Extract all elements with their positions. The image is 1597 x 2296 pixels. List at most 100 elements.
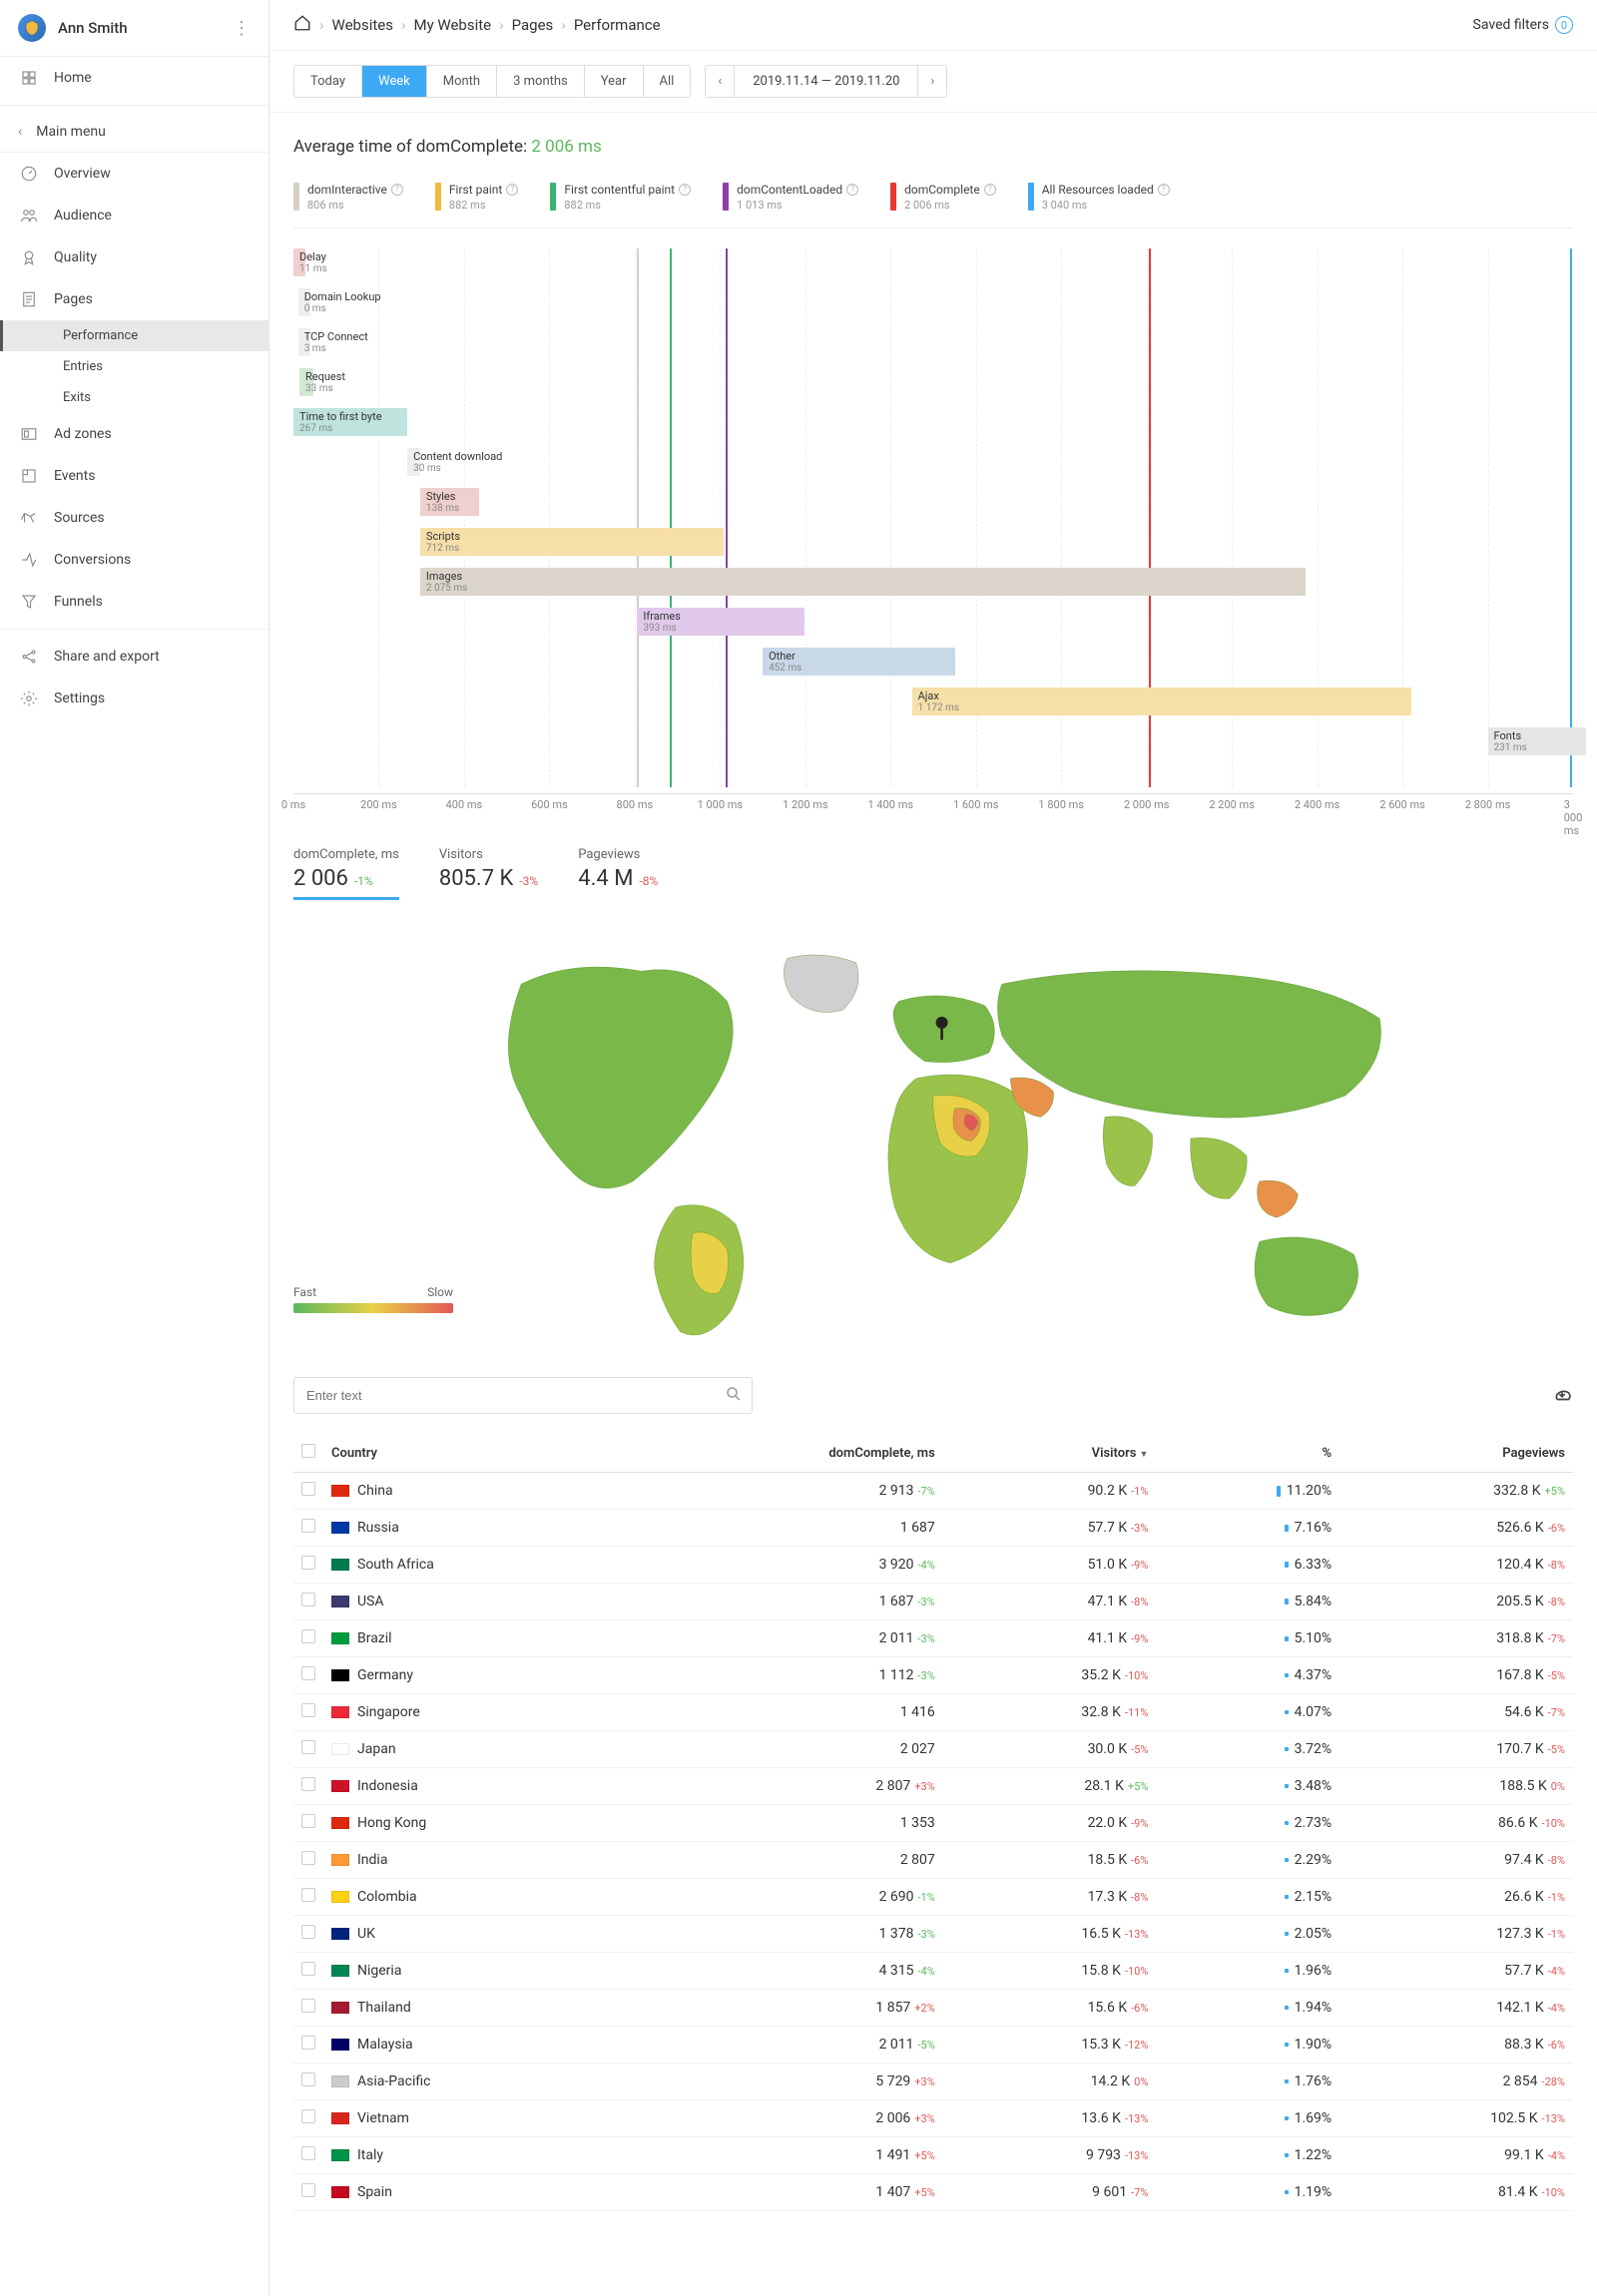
row-checkbox[interactable] (301, 2036, 315, 2050)
row-checkbox[interactable] (301, 1556, 315, 1570)
table-row[interactable]: Hong Kong1 35322.0 K-9%2.73%86.6 K-10% (293, 1805, 1573, 1842)
range-month[interactable]: Month (427, 66, 497, 97)
row-checkbox[interactable] (301, 2183, 315, 2197)
download-icon[interactable] (1551, 1383, 1573, 1409)
help-icon[interactable]: ? (506, 184, 518, 196)
nav-settings[interactable]: Settings (0, 678, 268, 719)
row-checkbox[interactable] (301, 1925, 315, 1939)
crumb[interactable]: Pages (512, 16, 554, 34)
table-row[interactable]: China2 913-7%90.2 K-1%11.20%332.8 K+5% (293, 1473, 1573, 1510)
row-checkbox[interactable] (301, 1482, 315, 1496)
world-map[interactable]: FastSlow (293, 924, 1573, 1353)
wf-bar-images[interactable]: Images2 075 ms (420, 568, 1306, 596)
wf-bar-ajax[interactable]: Ajax1 172 ms (912, 688, 1412, 715)
wf-bar-fonts[interactable]: Fonts231 ms (1488, 727, 1587, 755)
subnav-exits[interactable]: Exits (0, 382, 268, 413)
stat-visitors[interactable]: Visitors805.7 K -3% (439, 847, 538, 900)
table-row[interactable]: Malaysia2 011-5%15.3 K-12%1.90%88.3 K-6% (293, 2027, 1573, 2064)
th-pv[interactable]: Pageviews (1339, 1434, 1573, 1473)
range-3-months[interactable]: 3 months (497, 66, 585, 97)
table-row[interactable]: UK1 378-3%16.5 K-13%2.05%127.3 K-1% (293, 1916, 1573, 1953)
nav-quality[interactable]: Quality (0, 236, 268, 278)
date-next[interactable]: › (917, 66, 946, 97)
row-checkbox[interactable] (301, 1814, 315, 1828)
row-checkbox[interactable] (301, 1629, 315, 1643)
table-row[interactable]: Colombia2 690-1%17.3 K-8%2.15%26.6 K-1% (293, 1879, 1573, 1916)
table-row[interactable]: South Africa3 920-4%51.0 K-9%6.33%120.4 … (293, 1547, 1573, 1584)
stat-domcomplete-ms[interactable]: domComplete, ms2 006 -1% (293, 847, 399, 900)
table-row[interactable]: Spain1 407+5%9 601-7%1.19%81.4 K-10% (293, 2174, 1573, 2211)
range-all[interactable]: All (644, 66, 691, 97)
more-icon[interactable]: ⋮ (233, 18, 251, 39)
nav-events[interactable]: Events (0, 455, 268, 497)
row-checkbox[interactable] (301, 2109, 315, 2123)
help-icon[interactable]: ? (984, 184, 996, 196)
table-row[interactable]: Asia-Pacific5 729+3%14.2 K0%1.76%2 854-2… (293, 2064, 1573, 2100)
table-row[interactable]: Nigeria4 315-4%15.8 K-10%1.96%57.7 K-4% (293, 1953, 1573, 1990)
select-all-checkbox[interactable] (301, 1444, 315, 1458)
th-dom[interactable]: domComplete, ms (629, 1434, 943, 1473)
wf-bar-domain-lookup[interactable]: Domain Lookup0 ms (298, 288, 310, 316)
date-range-text[interactable]: 2019.11.14 — 2019.11.20 (735, 66, 917, 97)
range-year[interactable]: Year (585, 66, 644, 97)
row-checkbox[interactable] (301, 2072, 315, 2086)
row-checkbox[interactable] (301, 1703, 315, 1717)
wf-bar-request[interactable]: Request33 ms (299, 368, 313, 396)
wf-bar-tcp-connect[interactable]: TCP Connect3 ms (298, 328, 310, 356)
subnav-performance[interactable]: Performance (0, 320, 268, 351)
row-checkbox[interactable] (301, 1666, 315, 1680)
search-icon[interactable] (725, 1385, 743, 1407)
nav-pages[interactable]: Pages (0, 278, 268, 320)
table-row[interactable]: Japan2 02730.0 K-5%3.72%170.7 K-5% (293, 1731, 1573, 1768)
wf-bar-scripts[interactable]: Scripts712 ms (420, 528, 724, 556)
th-country[interactable]: Country (323, 1434, 629, 1473)
stat-pageviews[interactable]: Pageviews4.4 M -8% (578, 847, 658, 900)
nav-home[interactable]: Home (0, 57, 268, 99)
nav-share-and-export[interactable]: Share and export (0, 636, 268, 678)
table-row[interactable]: Russia1 68757.7 K-3%7.16%526.6 K-6% (293, 1510, 1573, 1547)
range-week[interactable]: Week (362, 66, 427, 97)
main-menu-back[interactable]: ‹ Main menu (0, 112, 268, 153)
wf-bar-iframes[interactable]: Iframes393 ms (637, 608, 804, 636)
row-checkbox[interactable] (301, 1519, 315, 1533)
wf-bar-content-download[interactable]: Content download30 ms (407, 448, 420, 476)
row-checkbox[interactable] (301, 1851, 315, 1865)
table-row[interactable]: Germany1 112-3%35.2 K-10%4.37%167.8 K-5% (293, 1657, 1573, 1694)
table-row[interactable]: Vietnam2 006+3%13.6 K-13%1.69%102.5 K-13… (293, 2100, 1573, 2137)
crumb[interactable]: Websites (332, 16, 393, 34)
wf-bar-time-to-first-byte[interactable]: Time to first byte267 ms (293, 408, 407, 436)
nav-ad-zones[interactable]: Ad zones (0, 413, 268, 455)
subnav-entries[interactable]: Entries (0, 351, 268, 382)
table-row[interactable]: USA1 687-3%47.1 K-8%5.84%205.5 K-8% (293, 1584, 1573, 1620)
wf-bar-delay[interactable]: Delay11 ms (293, 248, 305, 276)
row-checkbox[interactable] (301, 2146, 315, 2160)
nav-audience[interactable]: Audience (0, 195, 268, 236)
row-checkbox[interactable] (301, 1999, 315, 2013)
help-icon[interactable]: ? (679, 184, 691, 196)
row-checkbox[interactable] (301, 1888, 315, 1902)
help-icon[interactable]: ? (846, 184, 858, 196)
home-icon[interactable] (293, 14, 311, 36)
help-icon[interactable]: ? (391, 184, 403, 196)
th-visitors[interactable]: Visitors▼ (943, 1434, 1157, 1473)
table-row[interactable]: Italy1 491+5%9 793-13%1.22%99.1 K-4% (293, 2137, 1573, 2174)
row-checkbox[interactable] (301, 1740, 315, 1754)
row-checkbox[interactable] (301, 1593, 315, 1607)
avatar[interactable] (18, 14, 46, 42)
help-icon[interactable]: ? (1158, 184, 1170, 196)
table-row[interactable]: Brazil2 011-3%41.1 K-9%5.10%318.8 K-7% (293, 1620, 1573, 1657)
wf-bar-styles[interactable]: Styles138 ms (420, 488, 479, 516)
nav-overview[interactable]: Overview (0, 153, 268, 195)
date-prev[interactable]: ‹ (706, 66, 735, 97)
nav-conversions[interactable]: Conversions (0, 539, 268, 581)
table-row[interactable]: Singapore1 41632.8 K-11%4.07%54.6 K-7% (293, 1694, 1573, 1731)
nav-sources[interactable]: Sources (0, 497, 268, 539)
table-row[interactable]: India2 80718.5 K-6%2.29%97.4 K-8% (293, 1842, 1573, 1879)
row-checkbox[interactable] (301, 1777, 315, 1791)
row-checkbox[interactable] (301, 1962, 315, 1976)
saved-filters[interactable]: Saved filters 0 (1473, 16, 1573, 34)
nav-funnels[interactable]: Funnels (0, 581, 268, 623)
search-input[interactable] (293, 1377, 753, 1414)
wf-bar-other[interactable]: Other452 ms (763, 648, 955, 676)
range-today[interactable]: Today (294, 66, 362, 97)
